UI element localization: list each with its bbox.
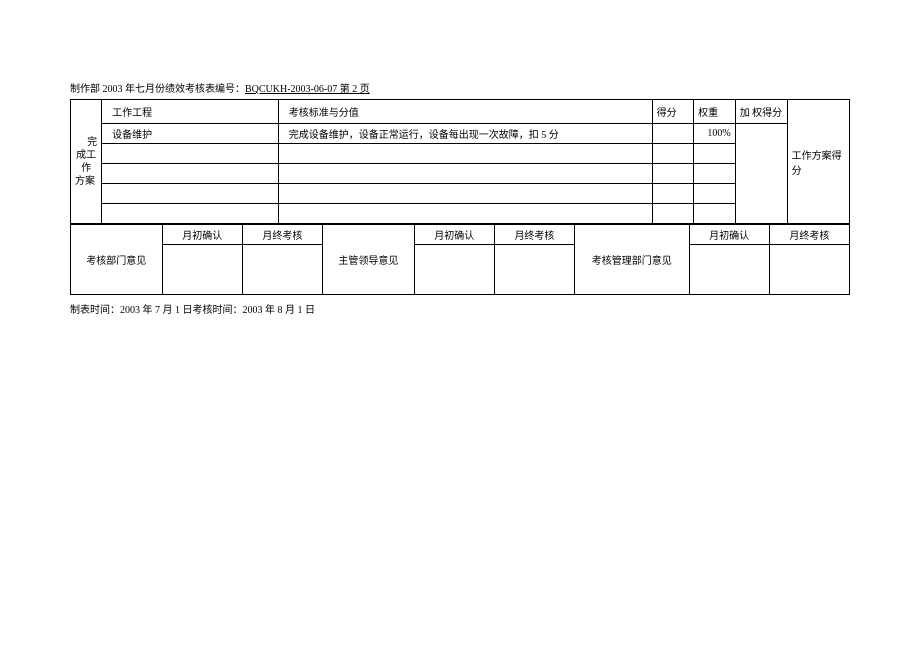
document-header: 制作部 2003 年七月份绩效考核表编号：BQCUKH-2003-06-07 第… (70, 80, 850, 95)
side-label-cell: 完 成工作 方案 (71, 100, 102, 224)
cell-task (102, 204, 279, 224)
col-header-standard: 考核标准与分值 (278, 100, 652, 124)
sig-col-confirm: 月初确认 (689, 225, 769, 245)
doc-number: BQCUKH-2003-06-07 第 2 页 (245, 84, 370, 95)
table-row: 设备维护 完成设备维护，设备正常运行，设备每出现一次故障，扣 5 分 100% (71, 124, 850, 144)
sig-label-dept: 考核部门意见 (71, 225, 163, 295)
sig-col-assess: 月终考核 (769, 225, 849, 245)
cell-score (652, 184, 694, 204)
cell-standard (278, 184, 652, 204)
cell-task (102, 184, 279, 204)
cell-standard (278, 164, 652, 184)
table-header-row: 完 成工作 方案 工作工程 考核标准与分值 得分 权重 加 权得分 工作方案得分 (71, 100, 850, 124)
side-label: 完 成工作 方案 (73, 136, 99, 188)
cell-task (102, 144, 279, 164)
sig-cell (494, 245, 574, 295)
cell-task (102, 164, 279, 184)
col-header-score: 得分 (652, 100, 694, 124)
main-assessment-table: 完 成工作 方案 工作工程 考核标准与分值 得分 权重 加 权得分 工作方案得分… (70, 99, 850, 224)
sig-cell (162, 245, 242, 295)
cell-weight (694, 184, 736, 204)
cell-standard: 完成设备维护，设备正常运行，设备每出现一次故障，扣 5 分 (278, 124, 652, 144)
signature-body-row (71, 245, 850, 295)
cell-weight (694, 204, 736, 224)
sig-cell (689, 245, 769, 295)
signature-header-row: 考核部门意见 月初确认 月终考核 主管领导意见 月初确认 月终考核 考核管理部门… (71, 225, 850, 245)
cell-standard (278, 144, 652, 164)
table-row (71, 204, 850, 224)
sig-cell (769, 245, 849, 295)
sig-col-assess: 月终考核 (242, 225, 322, 245)
sig-cell (414, 245, 494, 295)
table-row (71, 164, 850, 184)
header-prefix: 制作部 2003 年七月份绩效考核表编号： (70, 84, 245, 95)
sig-col-assess: 月终考核 (494, 225, 574, 245)
table-row (71, 184, 850, 204)
cell-score (652, 144, 694, 164)
col-header-weight: 权重 (694, 100, 736, 124)
cell-weight (694, 144, 736, 164)
table-row (71, 144, 850, 164)
sig-cell (242, 245, 322, 295)
cell-score (652, 204, 694, 224)
cell-standard (278, 204, 652, 224)
cell-task: 设备维护 (102, 124, 279, 144)
sig-label-leader: 主管领导意见 (323, 225, 415, 295)
cell-score (652, 124, 694, 144)
sig-label-mgmt: 考核管理部门意见 (575, 225, 690, 295)
col-header-wscore: 加 权得分 (735, 100, 787, 124)
cell-weight: 100% (694, 124, 736, 144)
footer-text: 制表时间：2003 年 7 月 1 日考核时间：2003 年 8 月 1 日 (70, 301, 850, 316)
sig-col-confirm: 月初确认 (162, 225, 242, 245)
sig-col-confirm: 月初确认 (414, 225, 494, 245)
col-header-plan: 工作方案得分 (787, 100, 849, 224)
signature-table: 考核部门意见 月初确认 月终考核 主管领导意见 月初确认 月终考核 考核管理部门… (70, 224, 850, 295)
cell-score (652, 164, 694, 184)
cell-weight (694, 164, 736, 184)
cell-wscore (735, 124, 787, 224)
col-header-task: 工作工程 (102, 100, 279, 124)
